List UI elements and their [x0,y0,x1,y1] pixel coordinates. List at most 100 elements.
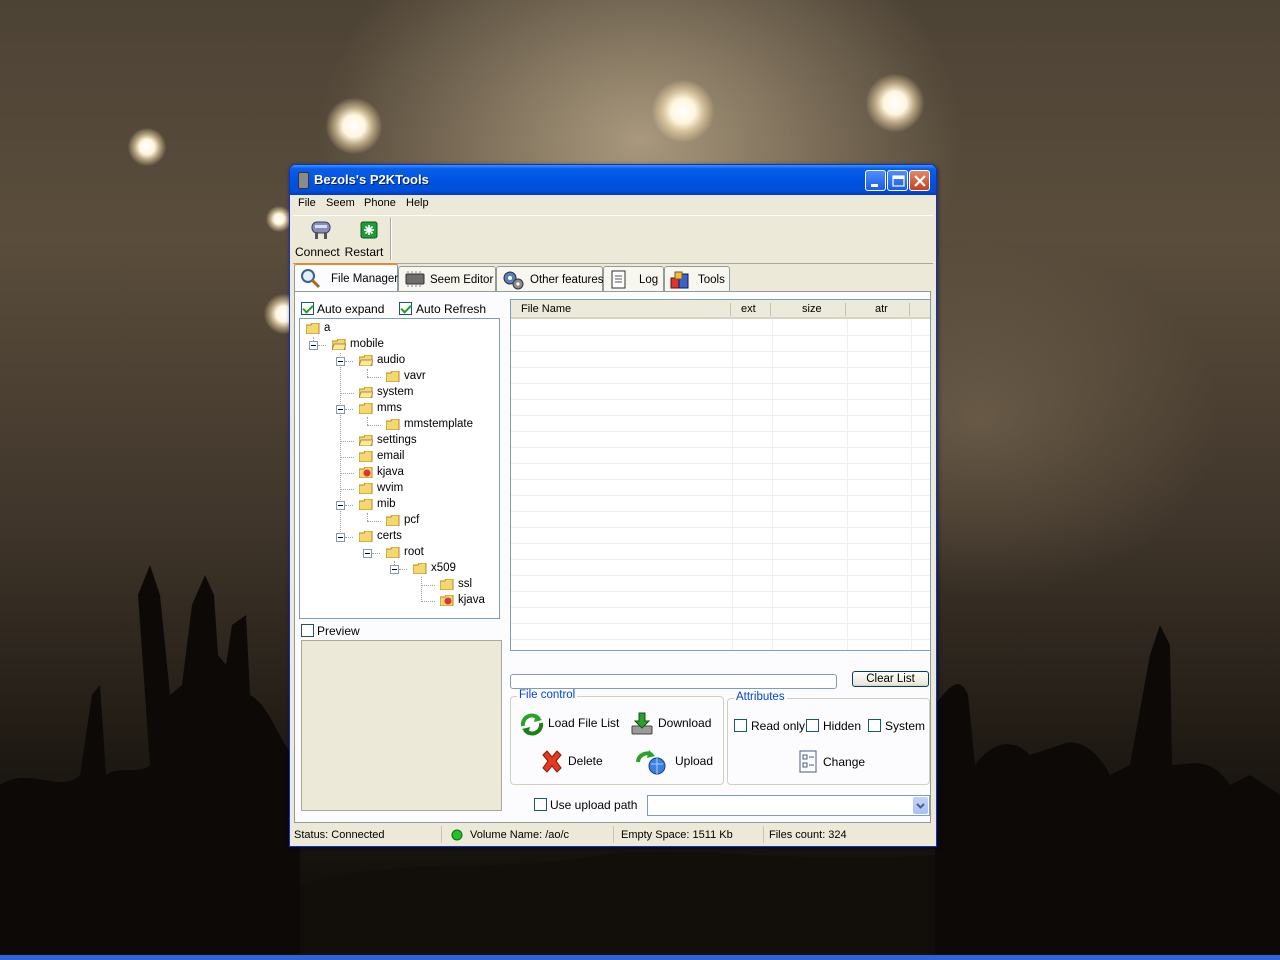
tab-label: Tools [698,274,725,286]
grid-line [511,623,930,624]
column-header-size[interactable]: size [802,303,822,315]
tab-log[interactable]: Log [603,266,664,291]
volume-name: Volume Name: /aо/c [470,829,570,841]
read-only-checkbox[interactable] [734,719,747,732]
read-only-label: Read only [751,719,806,733]
folder-tree[interactable]: a mobile audio vavr system mms mmstempla… [299,318,500,619]
tree-collapse-toggle[interactable] [336,405,345,414]
tree-connector [372,553,380,554]
connect-button[interactable]: Connect [295,218,340,259]
tree-node-label: mmstemplate [404,418,474,430]
tree-connector [367,425,381,426]
title-bar[interactable]: Bezols's P2KTools [290,165,936,195]
load-file-list-button[interactable]: Load File List [519,711,619,737]
combo-dropdown-button[interactable] [913,797,928,814]
tree-collapse-toggle[interactable] [363,549,372,558]
tree-node-label: x509 [431,562,456,574]
auto-refresh-checkbox[interactable] [399,302,412,315]
restart-button[interactable]: Restart [344,218,384,259]
tree-collapse-toggle[interactable] [336,501,345,510]
close-button[interactable] [909,170,930,191]
close-icon [914,175,926,187]
download-label: Download [658,716,712,730]
open-folder-icon [359,387,373,398]
grid-line [847,319,848,650]
upload-label: Upload [675,754,714,768]
tree-connector [421,577,422,602]
upload-button[interactable]: Upload [636,749,716,775]
tree-connector [340,393,354,394]
tab-file-manager[interactable]: File Manager [294,263,398,292]
volume-cell: Volume Name: /aо/c [442,826,614,843]
minimize-icon [871,184,878,187]
column-header-atr[interactable]: atr [875,303,888,315]
tab-other-features[interactable]: Other features [496,266,604,291]
file-list-header: File Name ext size atr [511,300,930,319]
delete-label: Delete [568,754,603,768]
folder-icon [386,515,400,526]
open-folder-icon [359,355,373,366]
tab-tools[interactable]: Tools [664,266,730,291]
tree-node-label: email [377,450,405,462]
menu-phone[interactable]: Phone [364,197,396,209]
grid-line [511,591,930,592]
grid-line [911,319,912,650]
delete-button[interactable]: Delete [539,749,609,775]
tab-seem-editor[interactable]: Seem Editor [398,266,496,291]
column-separator [845,303,846,316]
hidden-label: Hidden [823,719,862,733]
minimize-button[interactable] [865,170,886,191]
tree-connector [367,521,381,522]
tree-collapse-toggle[interactable] [309,341,318,350]
tree-connector [367,417,368,425]
tree-node-label: pcf [404,514,420,526]
tree-connector [421,601,435,602]
menu-file[interactable]: File [298,197,316,209]
menu-help[interactable]: Help [406,197,429,209]
refresh-arrows-icon [520,713,544,736]
load-file-list-label: Load File List [548,716,620,730]
tree-collapse-toggle[interactable] [390,565,399,574]
grid-line [511,367,930,368]
change-button[interactable]: Change [798,750,878,776]
grid-line [511,383,930,384]
tree-collapse-toggle[interactable] [336,357,345,366]
tree-node-label: kjava [377,466,404,478]
auto-expand-checkbox[interactable] [301,302,314,315]
tree-node-label: kjava [458,594,485,606]
phone-icon [298,172,309,189]
download-button[interactable]: Download [629,711,719,737]
taskbar-edge [0,955,1280,960]
tree-connector [345,505,353,506]
grid-line [511,447,930,448]
hidden-checkbox[interactable] [806,719,819,732]
grid-line [732,319,733,650]
tree-connector [399,569,407,570]
tree-node-label: ssl [458,578,473,590]
file-list[interactable]: File Name ext size atr [510,299,931,651]
clear-list-button[interactable]: Clear List [852,671,929,687]
toolbar: Connect Restart [293,215,933,264]
menu-seem[interactable]: Seem [326,197,355,209]
maximize-button[interactable] [887,170,908,191]
attributes-title: Attributes [734,691,787,703]
status-cell: Status: Connected [292,826,442,843]
tree-node-label: root [404,546,424,558]
tree-connector [367,513,368,521]
preview-checkbox[interactable] [301,624,314,637]
tree-node-label: system [377,386,414,398]
attributes-group: Attributes Read only Hidden System Chang… [727,691,930,785]
column-header-ext[interactable]: ext [741,303,756,315]
column-header-file-name[interactable]: File Name [521,303,571,315]
status-text: Status: Connected [294,829,385,841]
grid-line [511,351,930,352]
tree-node-label: certs [377,530,402,542]
change-label: Change [823,755,866,769]
connected-indicator-icon [451,829,463,841]
system-checkbox[interactable] [868,719,881,732]
tree-collapse-toggle[interactable] [336,533,345,542]
empty-space: Empty Space: 1511 Kb [621,829,733,841]
upload-path-combo[interactable] [647,795,930,816]
use-upload-path-checkbox[interactable] [534,798,547,811]
tree-connector [345,361,353,362]
